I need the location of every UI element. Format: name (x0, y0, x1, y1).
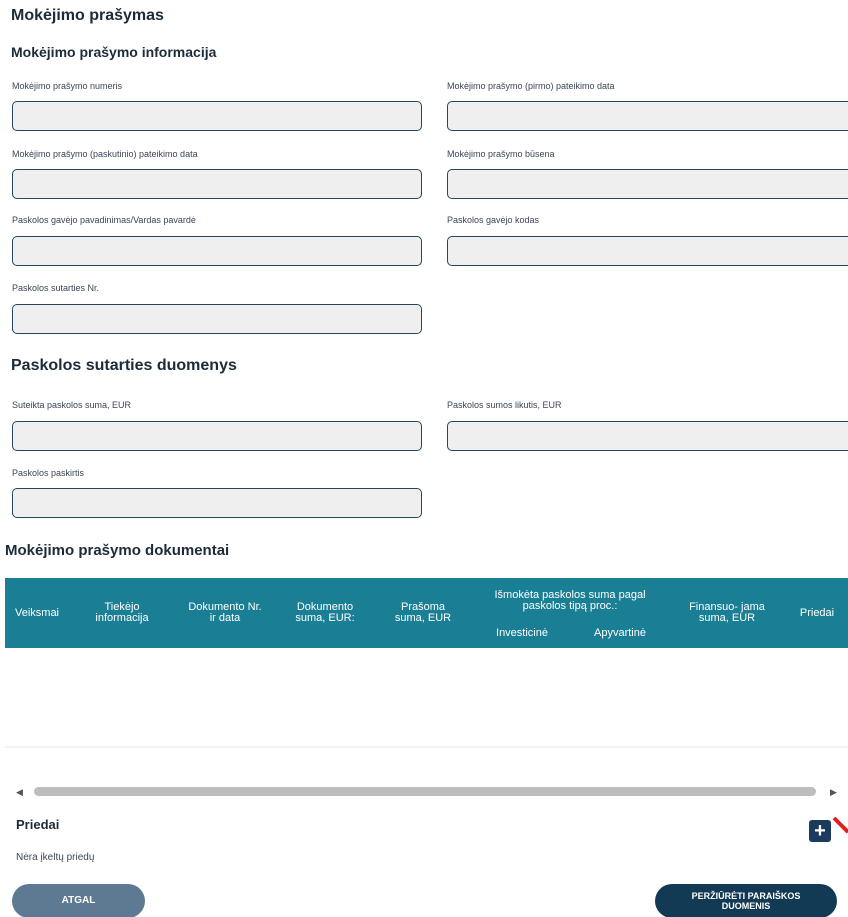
column-document-sum-line2: suma, EUR: (295, 612, 355, 624)
column-investment: Investicinė (496, 627, 548, 639)
status-label: Mokėjimo prašymo būsena (447, 149, 555, 159)
first-submit-date-field[interactable] (447, 101, 848, 131)
view-application-button[interactable]: PERŽIŪRĖTI PARAIŠKOS DUOMENIS (655, 884, 837, 917)
contract-number-field[interactable] (12, 304, 422, 334)
borrower-code-field[interactable] (447, 236, 848, 266)
column-document-no-line2: ir data (209, 612, 241, 624)
column-requested-sum-line2: suma, EUR (394, 612, 452, 624)
loan-purpose-field[interactable] (12, 488, 422, 518)
column-working: Apyvartinė (594, 627, 646, 639)
last-submit-date-field[interactable] (12, 169, 422, 199)
loan-balance-field[interactable] (447, 421, 848, 451)
request-number-label: Mokėjimo prašymo numeris (12, 81, 123, 91)
status-field[interactable] (447, 169, 848, 199)
column-actions: Veiksmai (14, 607, 60, 619)
page-title: Mokėjimo prašymas (11, 7, 164, 24)
view-application-button-line2: DUOMENIS (721, 901, 771, 911)
table-horizontal-scrollbar[interactable]: ◀ ▶ (12, 785, 840, 799)
loan-amount-label: Suteikta paskolos suma, EUR (12, 400, 132, 410)
documents-table-header: Veiksmai Tiekėjo informacija Dokumento N… (5, 578, 848, 648)
borrower-code-label: Paskolos gavėjo kodas (447, 215, 540, 225)
column-attachments: Priedai (799, 607, 835, 619)
scrollbar-thumb[interactable] (34, 787, 816, 796)
loan-amount-field[interactable] (12, 421, 422, 451)
scroll-left-arrow-icon[interactable]: ◀ (16, 785, 23, 799)
documents-table-body (5, 648, 848, 748)
documents-table: Veiksmai Tiekėjo informacija Dokumento N… (5, 578, 848, 748)
annotation-mark (832, 816, 848, 834)
column-paid-group: Išmokėta paskolos suma pagal paskolos ti… (494, 590, 645, 612)
scroll-right-arrow-icon[interactable]: ▶ (830, 785, 837, 799)
column-supplier: Tiekėjo informacija (95, 602, 148, 624)
view-application-button-line1: PERŽIŪRĖTI PARAIŠKOS (691, 891, 801, 901)
column-financed-sum-line2: suma, EUR (698, 612, 756, 624)
back-button[interactable]: ATGAL (12, 884, 145, 917)
contract-section-title: Paskolos sutarties duomenys (11, 357, 237, 374)
column-document-sum: Dokumento suma, EUR: (295, 602, 354, 624)
attachments-empty-text: Nėra įkeltų priedų (16, 852, 95, 863)
last-submit-date-label: Mokėjimo prašymo (paskutinio) pateikimo … (12, 149, 198, 159)
column-document-no: Dokumento Nr. ir data (188, 602, 261, 624)
documents-section-title: Mokėjimo prašymo dokumentai (5, 542, 230, 559)
loan-purpose-label: Paskolos paskirtis (12, 468, 85, 478)
loan-balance-label: Paskolos sumos likutis, EUR (447, 400, 562, 410)
column-requested-sum: Prašoma suma, EUR (395, 602, 451, 624)
column-supplier-line2: informacija (95, 612, 149, 624)
first-submit-date-label: Mokėjimo prašymo (pirmo) pateikimo data (447, 81, 615, 91)
attachments-title: Priedai (16, 817, 60, 832)
column-financed-sum: Finansuo- jama suma, EUR (689, 602, 765, 624)
plus-icon[interactable]: + (809, 820, 831, 842)
contract-number-label: Paskolos sutarties Nr. (12, 283, 100, 293)
payment-request-page: Mokėjimo prašymas Mokėjimo prašymo infor… (0, 0, 848, 917)
borrower-name-field[interactable] (12, 236, 422, 266)
column-paid-group-line2: paskolos tipą proc.: (522, 600, 618, 612)
request-number-field[interactable] (12, 101, 422, 131)
info-section-title: Mokėjimo prašymo informacija (11, 44, 217, 60)
borrower-name-label: Paskolos gavėjo pavadinimas/Vardas pavar… (12, 215, 196, 225)
